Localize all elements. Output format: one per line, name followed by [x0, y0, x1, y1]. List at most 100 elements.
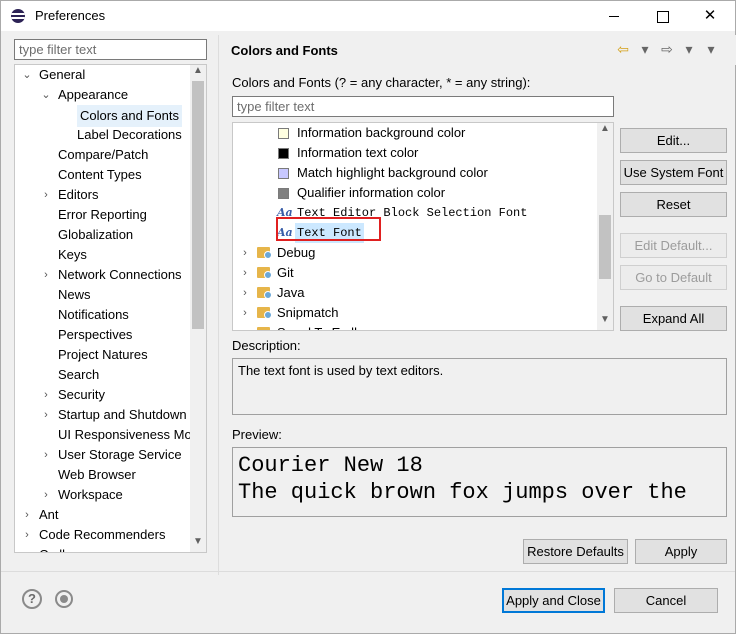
category-label: Debug [277, 245, 316, 260]
preview-line-sample: The quick brown fox jumps over the [238, 480, 687, 505]
tree-item-label: Colors and Fonts [77, 105, 182, 127]
tree-scrollbar[interactable]: ▲ ▼ [190, 65, 206, 552]
filter-hint: Colors and Fonts (? = any character, * =… [232, 75, 531, 90]
eclipse-icon [11, 9, 25, 23]
chevron-down-icon[interactable]: ⌄ [21, 65, 33, 85]
description-text: The text font is used by text editors. [238, 363, 444, 378]
back-menu-icon[interactable]: ▾ [635, 41, 657, 58]
page-title: Colors and Fonts [231, 43, 338, 58]
color-label: Qualifier information color [297, 185, 446, 200]
colors-fonts-tree: Information background color Information … [232, 122, 614, 331]
category-row[interactable]: › S...ed T...E...ll [233, 323, 593, 330]
help-icon[interactable]: ? [22, 589, 42, 609]
window-title: Preferences [35, 8, 106, 23]
apply-button[interactable]: Apply [635, 539, 727, 564]
chevron-right-icon[interactable]: › [40, 445, 52, 465]
category-row[interactable]: › Snipmatch [233, 303, 593, 323]
tree-item-label: Ant [39, 507, 59, 522]
scroll-up-icon[interactable]: ▲ [597, 123, 613, 139]
record-macro-icon[interactable] [55, 590, 73, 608]
edit-button[interactable]: Edit... [620, 128, 727, 153]
color-label: Match highlight background color [297, 165, 488, 180]
description-box: The text font is used by text editors. [232, 358, 727, 415]
page-nav: ⇦ ▾ ⇨ ▾ ▾ [613, 41, 723, 58]
maximize-button[interactable] [639, 1, 685, 31]
colors-fonts-page: Colors and Fonts ⇦ ▾ ⇨ ▾ ▾ Colors and Fonts … [218, 35, 736, 575]
minimize-button[interactable] [591, 1, 637, 31]
color-row[interactable]: Information background color [233, 123, 593, 143]
preview-label: Preview: [232, 427, 282, 442]
back-arrow-icon[interactable]: ⇦ [613, 41, 635, 58]
tree-item-label: Appearance [58, 87, 129, 102]
color-swatch-icon [278, 128, 289, 139]
forward-menu-icon[interactable]: ▾ [679, 41, 701, 58]
chevron-right-icon[interactable]: › [239, 303, 251, 323]
folder-icon [257, 307, 272, 319]
tree-item-label: Web Browser [58, 467, 136, 482]
folder-icon [257, 327, 270, 330]
footer-divider [1, 571, 735, 572]
tree-item-label: Label Decorations [77, 127, 182, 142]
chevron-right-icon[interactable]: › [40, 485, 52, 505]
chevron-right-icon[interactable]: › [21, 525, 33, 545]
tree-item-label: Code Recommenders [39, 527, 166, 542]
chevron-right-icon[interactable]: › [21, 505, 33, 525]
cancel-button[interactable]: Cancel [614, 588, 718, 613]
tree-item-label: UI Responsiveness Mo [58, 427, 192, 442]
reset-button[interactable]: Reset [620, 192, 727, 217]
tree-item-label: Error Reporting [58, 207, 147, 222]
preference-tree: ⌄ General ⌄ Appearance Colors and Fonts Label… [14, 64, 207, 553]
chevron-right-icon[interactable]: › [40, 185, 52, 205]
tree-item-label: Startup and Shutdown [58, 407, 187, 422]
color-row[interactable]: Qualifier information color [233, 183, 593, 203]
chevron-right-icon[interactable]: › [239, 323, 251, 330]
scroll-down-icon[interactable]: ▼ [190, 536, 206, 552]
preferences-window: Preferences ✕ type filter text ⌄ General ⌄… [0, 0, 736, 634]
folder-icon [257, 247, 272, 259]
forward-arrow-icon[interactable]: ⇨ [657, 41, 679, 58]
color-row[interactable]: Information text color [233, 143, 593, 163]
color-swatch-icon [278, 148, 289, 159]
tree-item-label: Security [58, 387, 105, 402]
restore-defaults-button[interactable]: Restore Defaults [523, 539, 628, 564]
left-filter-input[interactable]: type filter text [14, 39, 207, 60]
folder-icon [257, 287, 272, 299]
scroll-thumb[interactable] [599, 215, 611, 279]
expand-all-button[interactable]: Expand All [620, 306, 727, 331]
tree-item-label: User Storage Service [58, 447, 182, 462]
go-to-default-button[interactable]: Go to Default [620, 265, 727, 290]
chevron-right-icon[interactable]: › [239, 283, 251, 303]
tree-item-label: C...ll [39, 545, 65, 552]
chevron-down-icon[interactable]: ⌄ [40, 85, 52, 105]
color-label: Information text color [297, 145, 419, 160]
chevron-right-icon[interactable]: › [239, 263, 251, 283]
colors-tree-scrollbar[interactable]: ▲ ▼ [597, 123, 613, 330]
color-row[interactable]: Match highlight background color [233, 163, 593, 183]
description-label: Description: [232, 338, 301, 353]
annotation-highlight-box [276, 217, 381, 241]
apply-and-close-button[interactable]: Apply and Close [502, 588, 605, 613]
chevron-right-icon[interactable]: › [40, 405, 52, 425]
category-row[interactable]: › Debug [233, 243, 593, 263]
edit-default-button[interactable]: Edit Default... [620, 233, 727, 258]
chevron-right-icon[interactable]: › [40, 265, 52, 285]
right-filter-input[interactable]: type filter text [232, 96, 614, 117]
tree-item-label: News [58, 287, 91, 302]
category-row[interactable]: › Java [233, 283, 593, 303]
scroll-up-icon[interactable]: ▲ [190, 65, 206, 81]
color-swatch-icon [278, 168, 289, 179]
view-menu-icon[interactable]: ▾ [701, 41, 723, 58]
tree-item-label: Search [58, 367, 100, 382]
chevron-right-icon[interactable]: › [40, 385, 52, 405]
category-row[interactable]: › Git [233, 263, 593, 283]
preview-box: Courier New 18 The quick brown fox jumps… [232, 447, 727, 517]
tree-item-label: Content Types [58, 167, 142, 182]
use-system-font-button[interactable]: Use System Font [620, 160, 727, 185]
scroll-thumb[interactable] [192, 81, 204, 329]
scroll-down-icon[interactable]: ▼ [597, 314, 613, 330]
close-button[interactable]: ✕ [687, 1, 733, 31]
chevron-right-icon[interactable]: › [239, 243, 251, 263]
tree-item-label: Workspace [58, 487, 123, 502]
tree-item-label: Notifications [58, 307, 129, 322]
preview-line-font: Courier New 18 [238, 453, 423, 478]
